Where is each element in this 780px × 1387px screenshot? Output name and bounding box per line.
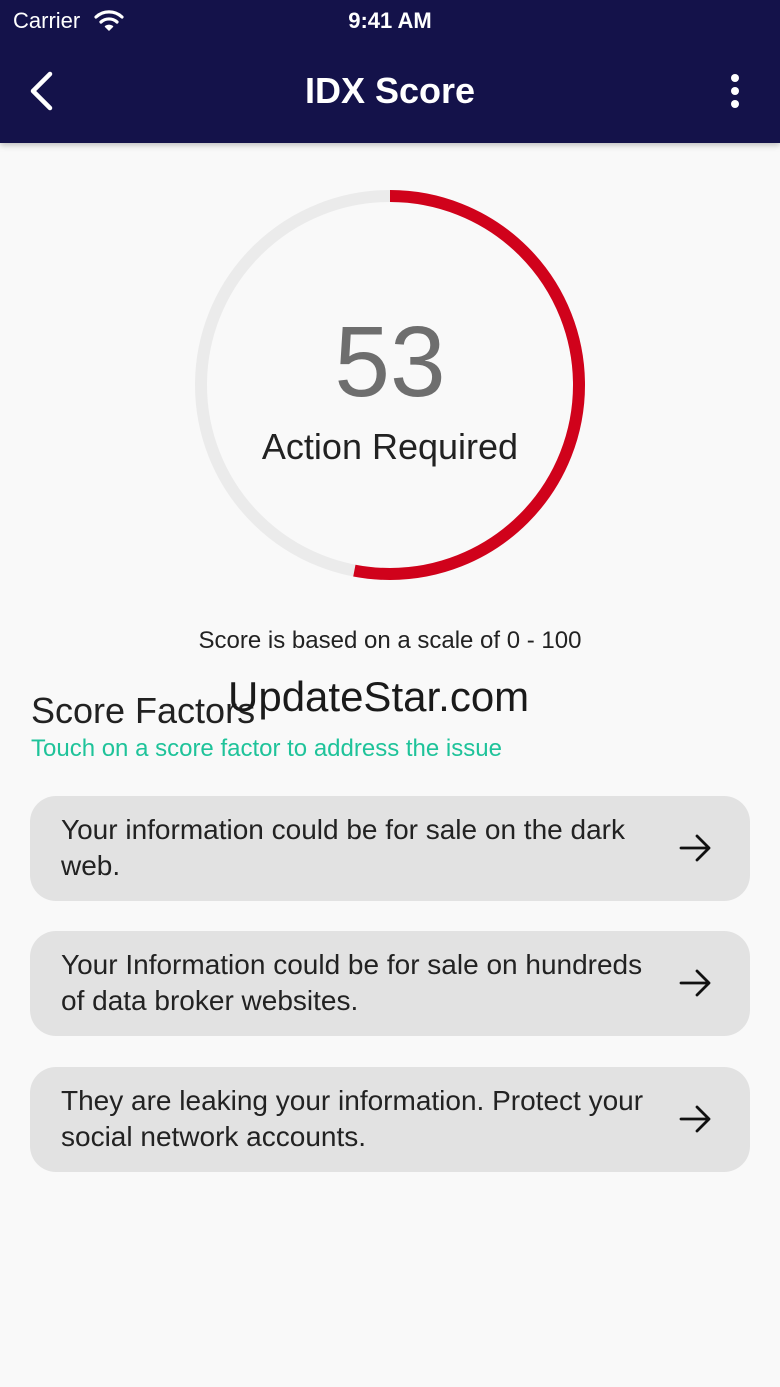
score-value: 53 <box>334 306 446 418</box>
score-factor-text: Your Information could be for sale on hu… <box>61 949 643 1016</box>
factors-subtitle: Touch on a score factor to address the i… <box>31 735 502 762</box>
score-factor-dark-web[interactable]: Your information could be for sale on th… <box>30 796 750 901</box>
watermark: UpdateStar.com <box>228 673 530 720</box>
arrow-right-icon <box>679 1105 711 1133</box>
score-factor-social-networks[interactable]: They are leaking your information. Prote… <box>30 1067 750 1172</box>
app-header: Carrier 9:41 AM IDX Score <box>0 0 780 143</box>
arrow-right-icon <box>679 834 711 862</box>
score-factor-text: Your information could be for sale on th… <box>61 814 625 881</box>
score-factor-data-brokers[interactable]: Your Information could be for sale on hu… <box>30 931 750 1036</box>
clock: 9:41 AM <box>348 8 432 33</box>
more-vertical-icon <box>731 74 739 108</box>
score-status: Action Required <box>261 426 519 467</box>
score-factor-text: They are leaking your information. Prote… <box>61 1085 644 1152</box>
status-bar: Carrier 9:41 AM <box>0 0 780 40</box>
more-options-button[interactable] <box>718 70 752 112</box>
scale-note: Score is based on a scale of 0 - 100 <box>198 627 582 654</box>
factors-title: Score Factors <box>31 690 256 731</box>
page-title: IDX Score <box>304 70 476 111</box>
arrow-right-icon <box>679 969 711 997</box>
